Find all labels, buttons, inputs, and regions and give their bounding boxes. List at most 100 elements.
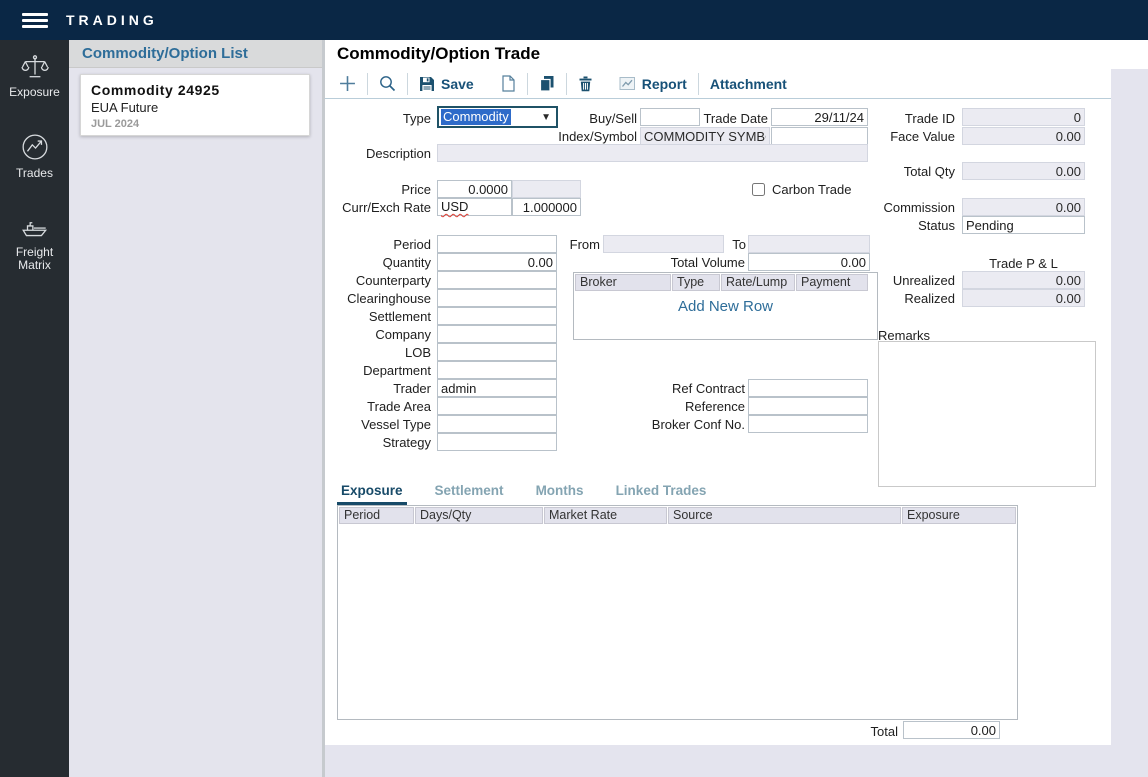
reference-label: Reference (648, 398, 745, 416)
top-navbar: TRADING (0, 0, 1148, 40)
trade-date-input[interactable] (771, 108, 868, 126)
period-label: Period (331, 236, 431, 254)
delete-button[interactable] (578, 76, 593, 92)
sidebar-item-freight-matrix[interactable]: Freight Matrix (0, 214, 69, 272)
remarks-textarea[interactable] (878, 341, 1096, 487)
broker-conf-no-label: Broker Conf No. (648, 416, 745, 434)
face-value-label: Face Value (875, 128, 955, 146)
total-volume-input[interactable] (748, 253, 870, 271)
copy-button[interactable] (539, 75, 555, 92)
total-qty-label: Total Qty (875, 163, 955, 181)
tab-linked-trades[interactable]: Linked Trades (612, 483, 711, 505)
main-region: Commodity/Option Trade (325, 40, 1148, 777)
new-document-button[interactable] (500, 75, 516, 92)
description-label: Description (331, 145, 431, 163)
blank-document-icon (500, 75, 516, 92)
company-input[interactable] (437, 325, 557, 343)
type-label: Type (331, 110, 431, 128)
app-title: TRADING (66, 12, 158, 28)
broker-col-header: Payment (796, 274, 868, 291)
report-chart-icon (619, 76, 636, 91)
carbon-trade-label: Carbon Trade (772, 181, 867, 199)
trader-input[interactable] (437, 379, 557, 397)
period-input[interactable] (437, 235, 557, 253)
broker-col-header: Broker (575, 274, 671, 291)
type-select[interactable]: Commodity ▼ (437, 106, 558, 128)
to-label: To (716, 236, 746, 254)
buy-sell-label: Buy/Sell (557, 110, 637, 128)
dropdown-arrow-icon: ▼ (541, 112, 551, 123)
total-label: Total (818, 723, 898, 741)
settlement-input[interactable] (437, 307, 557, 325)
attachment-button-label: Attachment (710, 76, 787, 92)
toolbar-separator (698, 73, 699, 95)
strategy-input[interactable] (437, 433, 557, 451)
realized-field (962, 289, 1085, 307)
lob-input[interactable] (437, 343, 557, 361)
title-row: Commodity/Option Trade (325, 40, 1148, 69)
report-button[interactable]: Report (619, 76, 687, 92)
detail-tabs: Exposure Settlement Months Linked Trades (337, 483, 710, 505)
counterparty-input[interactable] (437, 271, 557, 289)
face-value-field (962, 127, 1085, 145)
type-select-value: Commodity (441, 109, 511, 125)
ref-contract-label: Ref Contract (648, 380, 745, 398)
reference-input[interactable] (748, 397, 868, 415)
sidebar-item-label: Freight Matrix (5, 246, 65, 272)
trade-date-label: Trade Date (688, 110, 768, 128)
hamburger-menu-icon[interactable] (22, 10, 48, 31)
company-label: Company (331, 326, 431, 344)
description-field (437, 144, 868, 162)
trade-area-label: Trade Area (331, 398, 431, 416)
lob-label: LOB (331, 344, 431, 362)
symbol-extra-input[interactable] (771, 127, 868, 145)
ref-contract-input[interactable] (748, 379, 868, 397)
toolbar-separator (566, 73, 567, 95)
currency-input[interactable]: USD (437, 198, 512, 216)
price-input[interactable] (437, 180, 512, 198)
tab-settlement[interactable]: Settlement (431, 483, 508, 505)
sidebar-item-trades[interactable]: Trades (0, 133, 69, 180)
vessel-type-input[interactable] (437, 415, 557, 433)
trade-area-input[interactable] (437, 397, 557, 415)
list-item[interactable]: Commodity 24925 EUA Future JUL 2024 (80, 74, 310, 136)
save-icon (419, 76, 435, 92)
total-volume-label: Total Volume (645, 254, 745, 272)
attachment-button[interactable]: Attachment (710, 76, 787, 92)
strategy-label: Strategy (331, 434, 431, 452)
search-button[interactable] (379, 75, 396, 92)
quantity-label: Quantity (331, 254, 431, 272)
tab-exposure[interactable]: Exposure (337, 483, 407, 505)
broker-table-header: Broker Type Rate/Lump Payment (574, 273, 877, 292)
quantity-input[interactable] (437, 253, 557, 271)
exposure-table: Period Days/Qty Market Rate Source Expos… (337, 505, 1018, 720)
trash-icon (578, 76, 593, 92)
sidebar-item-exposure[interactable]: Exposure (0, 54, 69, 99)
exposure-col-header: Market Rate (544, 507, 667, 524)
carbon-trade-checkbox[interactable] (752, 183, 765, 196)
tab-months[interactable]: Months (532, 483, 588, 505)
trend-chart-icon (21, 133, 49, 161)
exposure-col-header: Period (339, 507, 414, 524)
from-label: From (566, 236, 600, 254)
search-icon (379, 75, 396, 92)
broker-conf-no-input[interactable] (748, 415, 868, 433)
price-extra-field (512, 180, 581, 198)
toolbar-separator (407, 73, 408, 95)
status-input[interactable] (962, 216, 1085, 234)
clearinghouse-input[interactable] (437, 289, 557, 307)
add-button[interactable] (339, 75, 356, 92)
department-input[interactable] (437, 361, 557, 379)
status-label: Status (875, 217, 955, 235)
commodity-option-list-panel: Commodity/Option List Commodity 24925 EU… (69, 40, 322, 777)
total-field[interactable] (903, 721, 1000, 739)
trader-label: Trader (331, 380, 431, 398)
save-button[interactable]: Save (419, 76, 474, 92)
scroll-area (1111, 69, 1148, 777)
exch-rate-input[interactable] (512, 198, 581, 216)
plus-icon (339, 75, 356, 92)
sidebar-item-label: Trades (0, 167, 69, 180)
add-new-row-link[interactable]: Add New Row (574, 298, 877, 315)
price-label: Price (331, 181, 431, 199)
exposure-col-header: Exposure (902, 507, 1016, 524)
